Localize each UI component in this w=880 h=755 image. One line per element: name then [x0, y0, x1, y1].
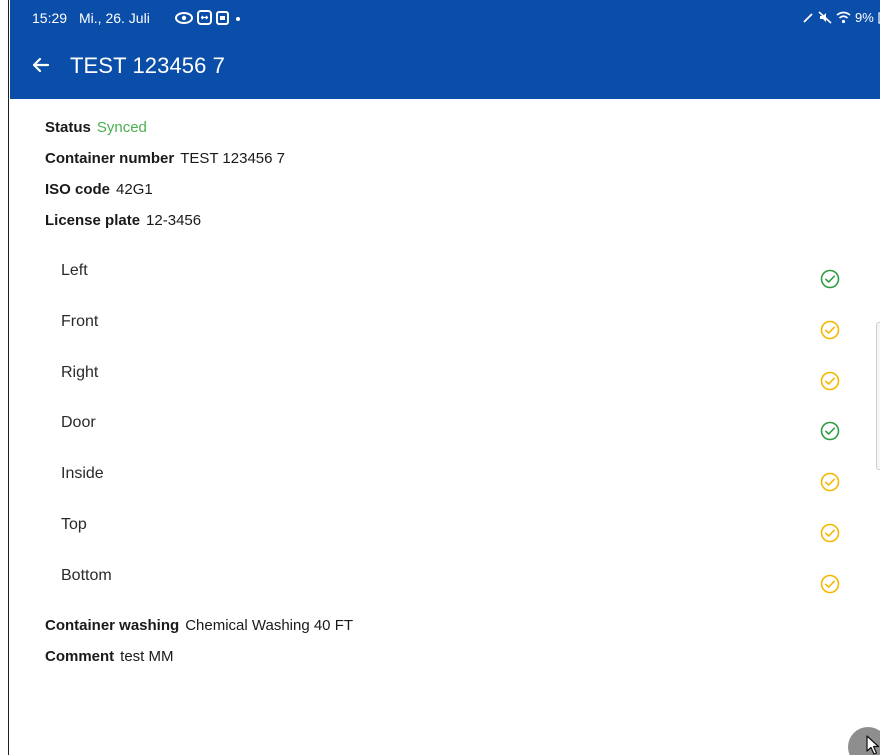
view-label: Right — [61, 364, 99, 381]
container-washing-label: Container washing — [45, 617, 180, 634]
view-label: Front — [61, 313, 99, 330]
view-label: Top — [61, 516, 87, 533]
status-value: Synced — [96, 119, 147, 136]
container-washing-field: Container washing Chemical Washing 40 FT — [45, 617, 353, 634]
view-label: Bottom — [61, 567, 112, 584]
check-circle-icon — [820, 371, 840, 391]
check-circle-icon — [820, 574, 840, 594]
eye-icon — [175, 11, 193, 24]
iso-code-value: 42G1 — [116, 181, 153, 198]
side-panel-handle[interactable] — [876, 322, 880, 470]
license-plate-field: License plate 12-3456 — [45, 212, 201, 229]
view-row-inside[interactable]: Inside — [45, 455, 855, 503]
license-plate-value: 12-3456 — [146, 212, 202, 229]
battery-percent: 9% — [855, 10, 874, 25]
view-row-front[interactable]: Front — [45, 303, 855, 351]
status-system-icons: 9% — [802, 10, 880, 25]
back-button[interactable] — [28, 52, 54, 78]
container-number-label: Container number — [45, 150, 175, 167]
view-label: Inside — [61, 465, 104, 482]
comment-value: test MM — [120, 648, 174, 665]
view-label: Left — [61, 262, 88, 279]
status-notification-icons — [175, 10, 243, 25]
container-washing-value: Chemical Washing 40 FT — [185, 617, 354, 634]
view-row-top[interactable]: Top — [45, 506, 855, 554]
check-circle-icon — [820, 472, 840, 492]
comment-label: Comment — [45, 648, 115, 665]
status-field: Status Synced — [45, 119, 147, 136]
square-notification-icon — [216, 10, 229, 25]
check-circle-icon — [820, 269, 840, 289]
container-number-value: TEST 123456 7 — [180, 150, 285, 167]
check-circle-icon — [820, 320, 840, 340]
dot-icon — [236, 16, 240, 21]
iso-code-field: ISO code 42G1 — [45, 181, 153, 198]
app-header: 15:29 Mi., 26. Juli 9% TEST 123456 7 — [10, 0, 880, 99]
view-row-right[interactable]: Right — [45, 354, 855, 402]
license-plate-label: License plate — [45, 212, 141, 229]
app-bar: TEST 123456 7 — [10, 44, 880, 88]
container-number-field: Container number TEST 123456 7 — [45, 150, 285, 167]
status-bar: 15:29 Mi., 26. Juli 9% — [10, 0, 880, 34]
status-date: Mi., 26. Juli — [79, 10, 150, 26]
check-circle-icon — [820, 523, 840, 543]
view-row-bottom[interactable]: Bottom — [45, 557, 855, 605]
view-row-door[interactable]: Door — [45, 404, 855, 452]
wifi-icon — [836, 11, 851, 24]
view-row-left[interactable]: Left — [45, 252, 855, 300]
pen-icon — [803, 12, 813, 23]
app-screen: 15:29 Mi., 26. Juli 9% TEST 123456 7 Sta… — [10, 0, 880, 755]
status-label: Status — [45, 119, 91, 136]
window-frame-edge — [0, 0, 9, 755]
view-label: Door — [61, 414, 96, 431]
iso-code-label: ISO code — [45, 181, 111, 198]
page-title: TEST 123456 7 — [70, 53, 225, 78]
mute-icon — [818, 11, 832, 24]
comment-field: Comment test MM — [45, 648, 174, 665]
arrow-left-icon — [32, 57, 50, 73]
mouse-cursor-icon — [866, 735, 880, 755]
teamviewer-icon — [197, 10, 212, 25]
status-time: 15:29 — [32, 10, 68, 26]
check-circle-icon — [820, 421, 840, 441]
